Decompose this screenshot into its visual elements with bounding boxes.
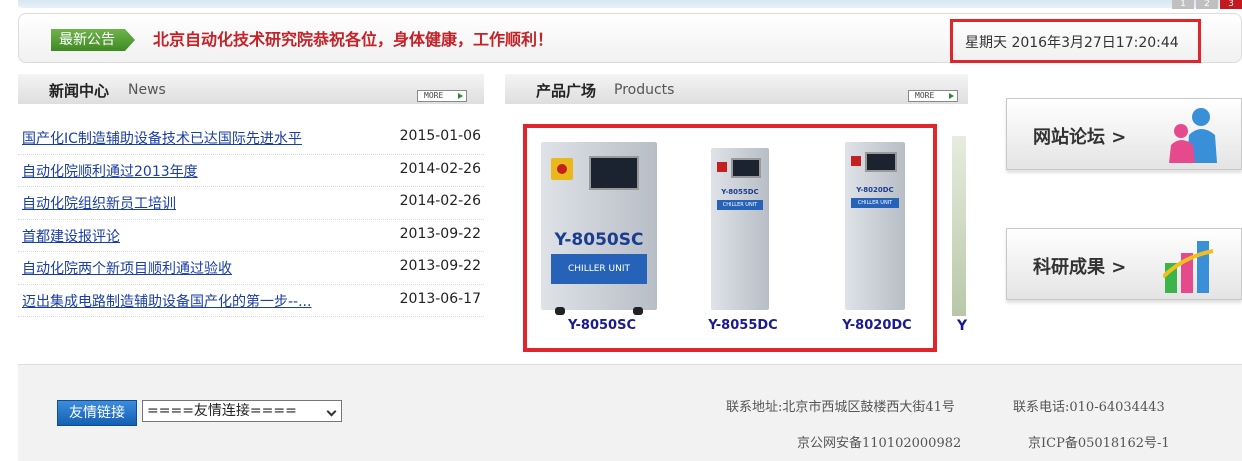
news-item: 自动化院两个新项目顺利通过验收 2013-09-22 xyxy=(18,252,484,285)
news-item-link[interactable]: 首都建设报评论 xyxy=(22,226,120,246)
slider-page-3[interactable]: 3 xyxy=(1220,0,1242,9)
icp-record-number: 京ICP备05018162号-1 xyxy=(1028,436,1170,451)
news-item-link[interactable]: 国产化IC制造辅助设备技术已达国际先进水平 xyxy=(22,128,302,148)
banner-bottom-edge: 1 2 3 xyxy=(18,0,1242,9)
products-title: 产品广场 xyxy=(536,82,597,100)
news-item-date: 2015-01-06 xyxy=(399,128,481,144)
bar-chart-icon xyxy=(1163,241,1214,293)
news-item-date: 2013-09-22 xyxy=(399,258,481,274)
product-card[interactable]: Y-8050SC CHILLER UNIT Y-8050SC xyxy=(537,140,667,340)
news-item-link[interactable]: 自动化院顺利通过2013年度 xyxy=(22,161,198,181)
research-results-button-label: 科研成果 > xyxy=(1033,257,1127,278)
slider-page-1[interactable]: 1 xyxy=(1172,0,1194,9)
slider-page-2[interactable]: 2 xyxy=(1196,0,1218,9)
power-knob-icon xyxy=(557,164,567,174)
news-item: 迈出集成电路制造辅助设备国产化的第一步--... 2013-06-17 xyxy=(18,285,484,317)
cabinet-wheel xyxy=(633,307,643,315)
news-item-link[interactable]: 自动化院组织新员工培训 xyxy=(22,193,176,213)
police-record-number: 京公网安备110102000982 xyxy=(797,436,962,451)
cabinet-label-text: CHILLER UNIT xyxy=(551,254,647,284)
cabinet-wheel xyxy=(555,307,565,315)
cabinet-model-text: Y-8050SC xyxy=(554,230,644,250)
news-item-link[interactable]: 迈出集成电路制造辅助设备国产化的第一步--... xyxy=(22,291,311,311)
products-header: 产品广场 Products MORE xyxy=(505,74,968,104)
next-product-label-partial[interactable]: Y xyxy=(957,318,967,334)
control-screen xyxy=(589,156,639,190)
contact-address: 联系地址:北京市西城区鼓楼西大街41号 xyxy=(726,400,955,415)
page: 1 2 3 最新公告 北京自动化技术研究院恭祝各位，身体健康，工作顺利！ 星期天… xyxy=(0,0,1242,461)
research-results-button[interactable]: 科研成果 > xyxy=(1006,228,1242,300)
contact-phone: 联系电话:010-64034443 xyxy=(1013,400,1165,415)
cabinet-label-text: CHILLER UNIT xyxy=(717,200,763,210)
product-card[interactable]: Y-8020DC CHILLER UNIT Y-8020DC xyxy=(817,140,937,340)
forum-button[interactable]: 网站论坛 > xyxy=(1006,98,1242,170)
announcement-badge: 最新公告 xyxy=(51,29,135,51)
product-image: Y-8050SC CHILLER UNIT xyxy=(541,142,657,315)
friend-links-select[interactable]: ====友情连接==== xyxy=(142,400,342,422)
product-image: Y-8020DC CHILLER UNIT xyxy=(845,142,905,310)
product-label[interactable]: Y-8020DC xyxy=(817,318,937,333)
cabinet-model-text: Y-8020DC xyxy=(856,186,894,194)
news-item: 国产化IC制造辅助设备技术已达国际先进水平 2015-01-06 xyxy=(18,122,484,155)
news-header: 新闻中心 News MORE xyxy=(18,74,484,104)
next-product-image-partial[interactable] xyxy=(952,136,966,316)
control-screen xyxy=(865,152,897,172)
product-label[interactable]: Y-8055DC xyxy=(683,318,803,333)
products-highlight: Y-8050SC CHILLER UNIT Y-8050SC Y-8055DC … xyxy=(523,124,937,352)
datetime-highlight: 星期天 2016年3月27日17:20:44 xyxy=(950,19,1201,63)
news-list: 国产化IC制造辅助设备技术已达国际先进水平 2015-01-06 自动化院顺利通… xyxy=(18,122,484,317)
news-item-link[interactable]: 自动化院两个新项目顺利通过验收 xyxy=(22,258,232,278)
cabinet-label-text: CHILLER UNIT xyxy=(851,198,899,208)
announcement-text: 北京自动化技术研究院恭祝各位，身体健康，工作顺利！ xyxy=(153,30,554,49)
news-item-date: 2014-02-26 xyxy=(399,193,481,209)
product-image: Y-8055DC CHILLER UNIT xyxy=(711,148,769,310)
products-subtitle: Products xyxy=(614,82,675,98)
current-datetime: 星期天 2016年3月27日17:20:44 xyxy=(965,35,1179,51)
forum-button-label: 网站论坛 > xyxy=(1033,127,1127,148)
news-title: 新闻中心 xyxy=(49,82,110,100)
cabinet-model-text: Y-8055DC xyxy=(721,188,759,196)
friend-links-selected-value: ====友情连接==== xyxy=(147,403,297,419)
forum-people-icon xyxy=(1169,108,1217,163)
slider-pager: 1 2 3 xyxy=(1172,0,1242,9)
news-item: 首都建设报评论 2013-09-22 xyxy=(18,220,484,252)
products-more-button[interactable]: MORE xyxy=(908,90,958,102)
product-card[interactable]: Y-8055DC CHILLER UNIT Y-8055DC xyxy=(683,140,803,340)
power-switch-icon xyxy=(717,162,727,172)
news-item-date: 2013-09-22 xyxy=(399,225,481,242)
power-switch-icon xyxy=(851,156,861,166)
chevron-down-icon xyxy=(326,406,337,417)
news-item-date: 2013-06-17 xyxy=(399,290,481,307)
friend-links-label: 友情链接 xyxy=(57,400,137,426)
news-item: 自动化院顺利通过2013年度 2014-02-26 xyxy=(18,155,484,187)
news-subtitle: News xyxy=(128,82,166,98)
footer: 友情链接 ====友情连接==== 联系地址:北京市西城区鼓楼西大街41号 联系… xyxy=(18,364,1242,461)
product-label[interactable]: Y-8050SC xyxy=(537,318,667,333)
news-item-date: 2014-02-26 xyxy=(399,160,481,177)
news-more-button[interactable]: MORE xyxy=(417,90,467,102)
control-screen xyxy=(731,158,761,178)
news-item: 自动化院组织新员工培训 2014-02-26 xyxy=(18,187,484,220)
